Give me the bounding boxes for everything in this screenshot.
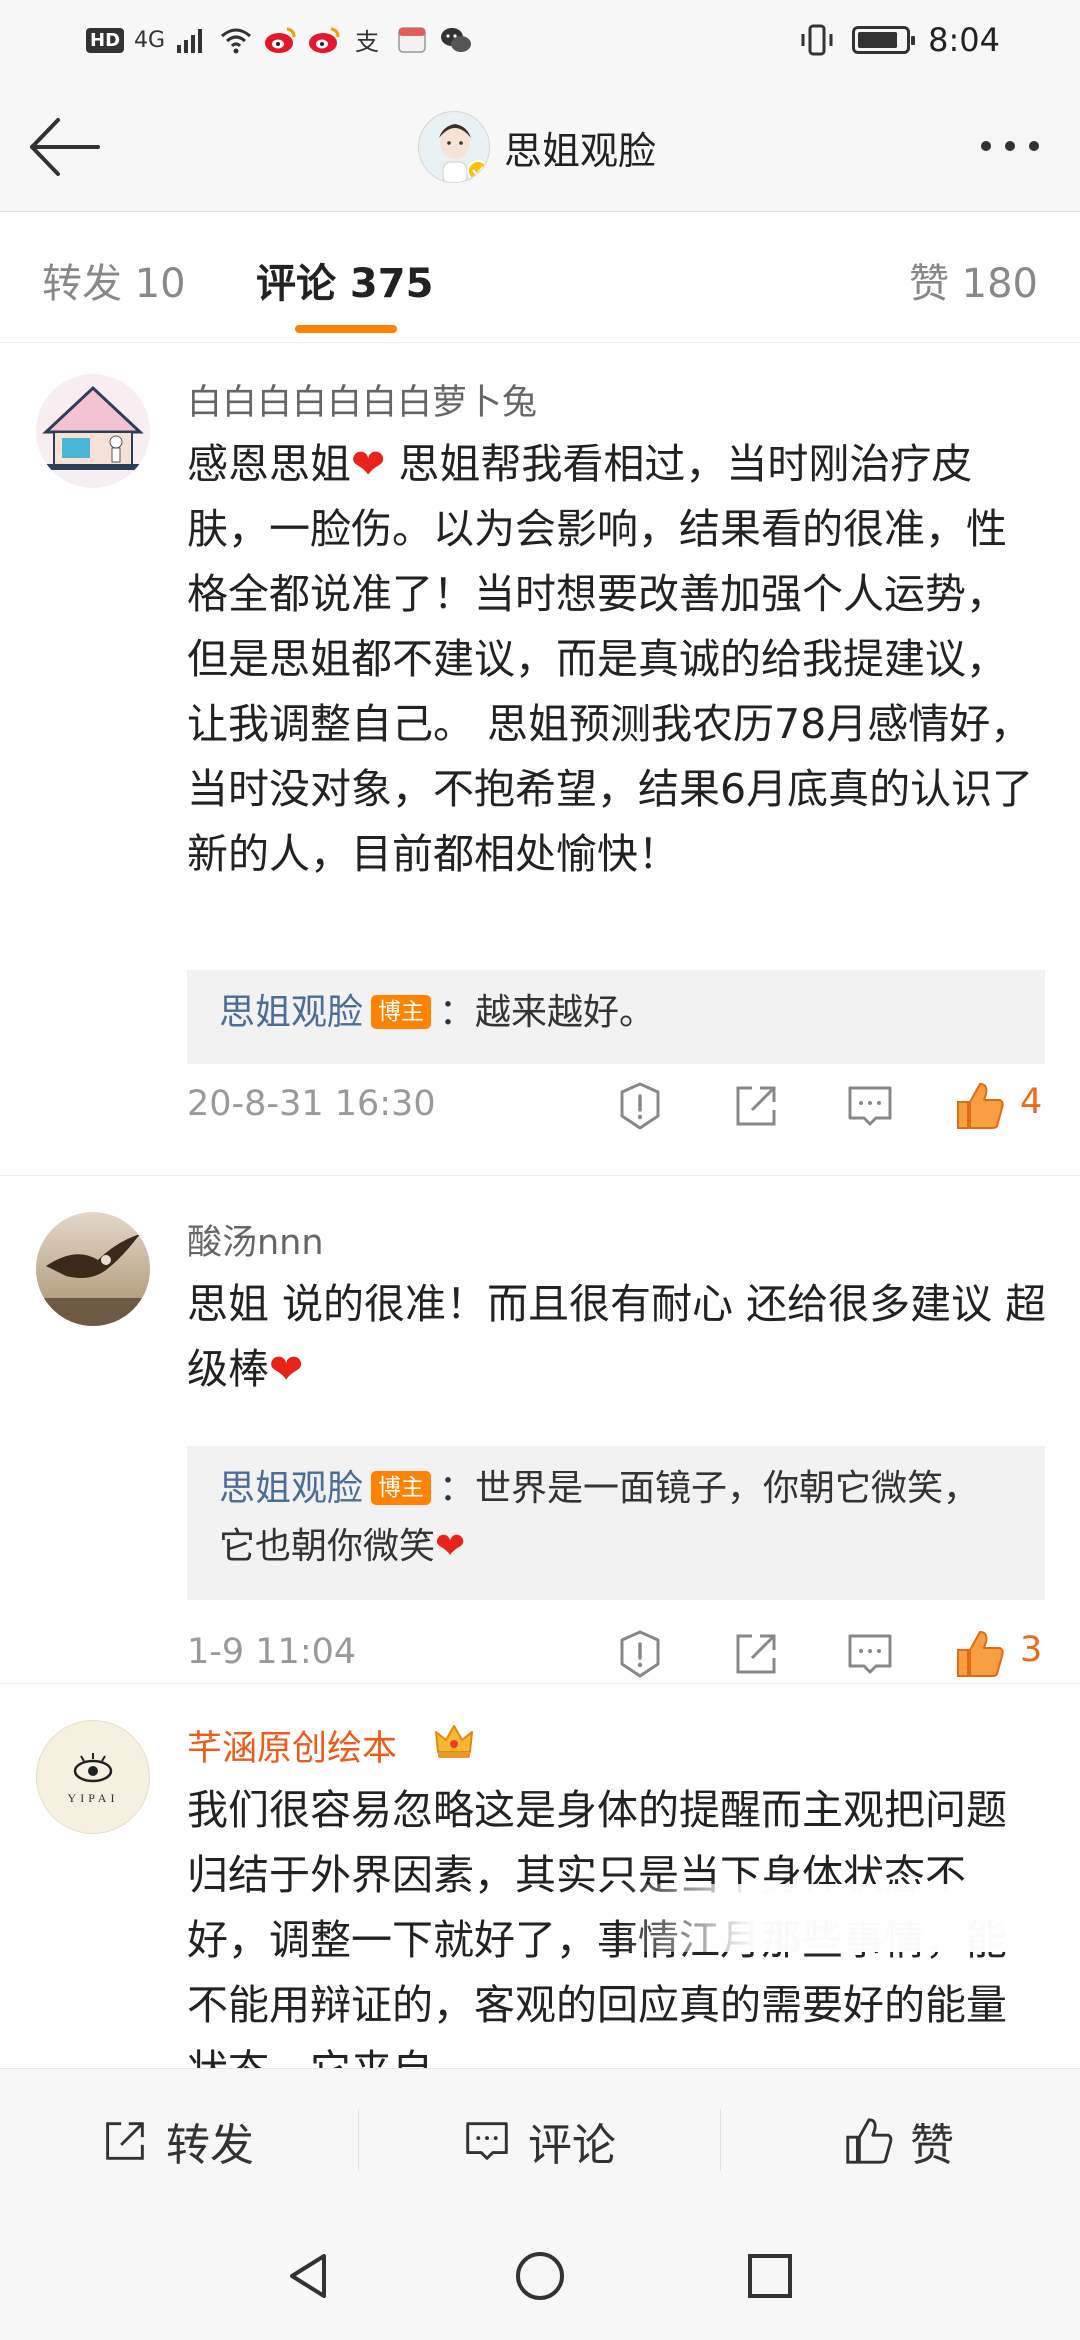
nav-home-icon[interactable]: [510, 2246, 570, 2306]
header-title: 思姐观脸: [504, 128, 657, 173]
heart-emoji-icon: ❤: [351, 440, 386, 488]
report-icon[interactable]: [612, 1626, 668, 1682]
commenter-name[interactable]: 芊涵原创绘本: [187, 1720, 397, 1771]
share-icon: [106, 2122, 144, 2160]
comment-text-part: 思姐帮我看相过，当时刚治疗皮肤，一脸伤。以为会影响，结果看的很准，性格全都说准了…: [187, 440, 1034, 878]
comment-icon[interactable]: [842, 1078, 898, 1134]
avatar-eagle-photo: [36, 1212, 150, 1326]
app-icon: [398, 27, 426, 53]
comment-item: 酸汤nnn 思姐 说的很准！而且很有耐心 还给很多建议 超级棒❤ 思姐观脸 博主：…: [0, 1176, 1080, 1684]
weibo-icon: [265, 27, 296, 53]
report-icon[interactable]: [612, 1078, 668, 1134]
share-icon[interactable]: [728, 1078, 784, 1134]
blogger-badge: 博主: [371, 995, 432, 1029]
blogger-reply[interactable]: 思姐观脸 博主 ：越来越好。: [187, 970, 1045, 1064]
comment-item: 白白白白白白白萝卜兔 感恩思姐❤ 思姐帮我看相过，当时刚治疗皮肤，一脸伤。以为会…: [0, 344, 1080, 1176]
comment-text: 感恩思姐❤ 思姐帮我看相过，当时刚治疗皮肤，一脸伤。以为会影响，结果看的很准，性…: [187, 432, 1047, 887]
like-count: 4: [1020, 1082, 1043, 1122]
commenter-avatar[interactable]: [36, 1212, 150, 1326]
bottom-action-bar: 转发 评论 赞: [0, 2068, 1080, 2210]
comment-text-part: 感恩思姐: [187, 440, 351, 488]
repost-button[interactable]: 转发: [98, 2113, 254, 2171]
text-fade-overlay: [620, 1884, 1060, 1952]
like-button[interactable]: 赞: [842, 2113, 954, 2171]
tab-like[interactable]: 赞 180: [909, 251, 1038, 309]
reply-text: ：越来越好。: [439, 992, 656, 1033]
nav-recent-apps-icon[interactable]: [740, 2246, 800, 2306]
app-header: 思姐观脸: [0, 80, 1080, 212]
comment-text-part: 思姐 说的很准！而且很有耐心 还给很多建议 超级棒: [187, 1280, 1047, 1393]
weibo-icon: [309, 27, 340, 53]
avatar-eye-logo: [73, 1753, 113, 1783]
reply-author[interactable]: 思姐观脸: [219, 992, 363, 1033]
wechat-icon: [441, 28, 472, 52]
reply-author[interactable]: 思姐观脸: [219, 1468, 363, 1509]
comment-label: 评论: [528, 2120, 616, 2171]
comment-text: 思姐 说的很准！而且很有耐心 还给很多建议 超级棒❤: [187, 1272, 1047, 1402]
svg-text:支: 支: [355, 28, 379, 55]
blogger-reply[interactable]: 思姐观脸 博主 ：世界是一面镜子，你朝它微笑，它也朝你微笑❤: [187, 1446, 1045, 1600]
like-count: 3: [1020, 1630, 1043, 1670]
status-bar: HD 4G 支 8:04: [0, 0, 1080, 80]
vibrate-icon: [801, 24, 833, 56]
nav-back-icon[interactable]: [280, 2246, 340, 2306]
thumbs-up-icon[interactable]: [952, 1078, 1008, 1134]
header-profile[interactable]: 思姐观脸: [418, 107, 656, 187]
heart-emoji-icon: ❤: [269, 1345, 304, 1393]
alipay-icon: 支: [355, 28, 379, 55]
divider: [720, 2109, 721, 2171]
commenter-avatar[interactable]: [36, 374, 150, 488]
network-type: 4G: [134, 27, 166, 53]
status-right: 8:04: [800, 18, 1000, 62]
system-nav-bar: [0, 2210, 1080, 2340]
comment-item: YIPAI 芊涵原创绘本 我们很容易忽略这是身体的提醒而主观把问题归结于外界因素…: [0, 1684, 1080, 2068]
comment-icon: [466, 2122, 508, 2160]
blogger-badge: 博主: [371, 1471, 432, 1505]
comment-time: 1-9 11:04: [187, 1632, 357, 1672]
comment-actions: 3: [612, 1626, 1052, 1682]
commenter-avatar[interactable]: YIPAI: [36, 1720, 150, 1834]
clock: 8:04: [928, 21, 1000, 59]
divider: [358, 2109, 359, 2171]
avatar-house-illustration: [36, 374, 150, 488]
commenter-name[interactable]: 酸汤nnn: [187, 1214, 324, 1265]
detail-tabs: 转发 10 评论 375 赞 180: [0, 213, 1080, 343]
heart-emoji-icon: ❤: [435, 1526, 466, 1567]
battery-level: [858, 32, 898, 48]
comment-button[interactable]: 评论: [460, 2113, 616, 2171]
blogger-avatar[interactable]: [418, 111, 490, 183]
verified-badge-icon: [467, 160, 489, 182]
avatar-logo-text: YIPAI: [67, 1791, 119, 1805]
repost-label: 转发: [166, 2120, 254, 2171]
tab-comment[interactable]: 评论 375: [256, 251, 433, 309]
active-tab-indicator: [295, 325, 397, 333]
share-icon[interactable]: [728, 1626, 784, 1682]
signal-icon: [177, 29, 203, 53]
like-label: 赞: [910, 2120, 954, 2171]
vip-crown-icon: [435, 1725, 473, 1758]
thumbs-up-icon[interactable]: [952, 1626, 1008, 1682]
hd-label: HD: [86, 27, 125, 53]
more-options-icon[interactable]: [970, 126, 1050, 166]
comment-actions: 4: [612, 1078, 1052, 1134]
back-arrow-icon[interactable]: [26, 114, 102, 180]
commenter-name[interactable]: 白白白白白白白萝卜兔: [187, 374, 537, 425]
comment-time: 20-8-31 16:30: [187, 1084, 436, 1124]
tab-repost[interactable]: 转发 10: [42, 251, 186, 309]
wifi-icon: [221, 28, 252, 54]
comment-icon[interactable]: [842, 1626, 898, 1682]
thumbs-up-icon: [846, 2118, 893, 2164]
status-left: HD 4G 支: [86, 20, 473, 60]
battery-icon: [852, 26, 916, 54]
